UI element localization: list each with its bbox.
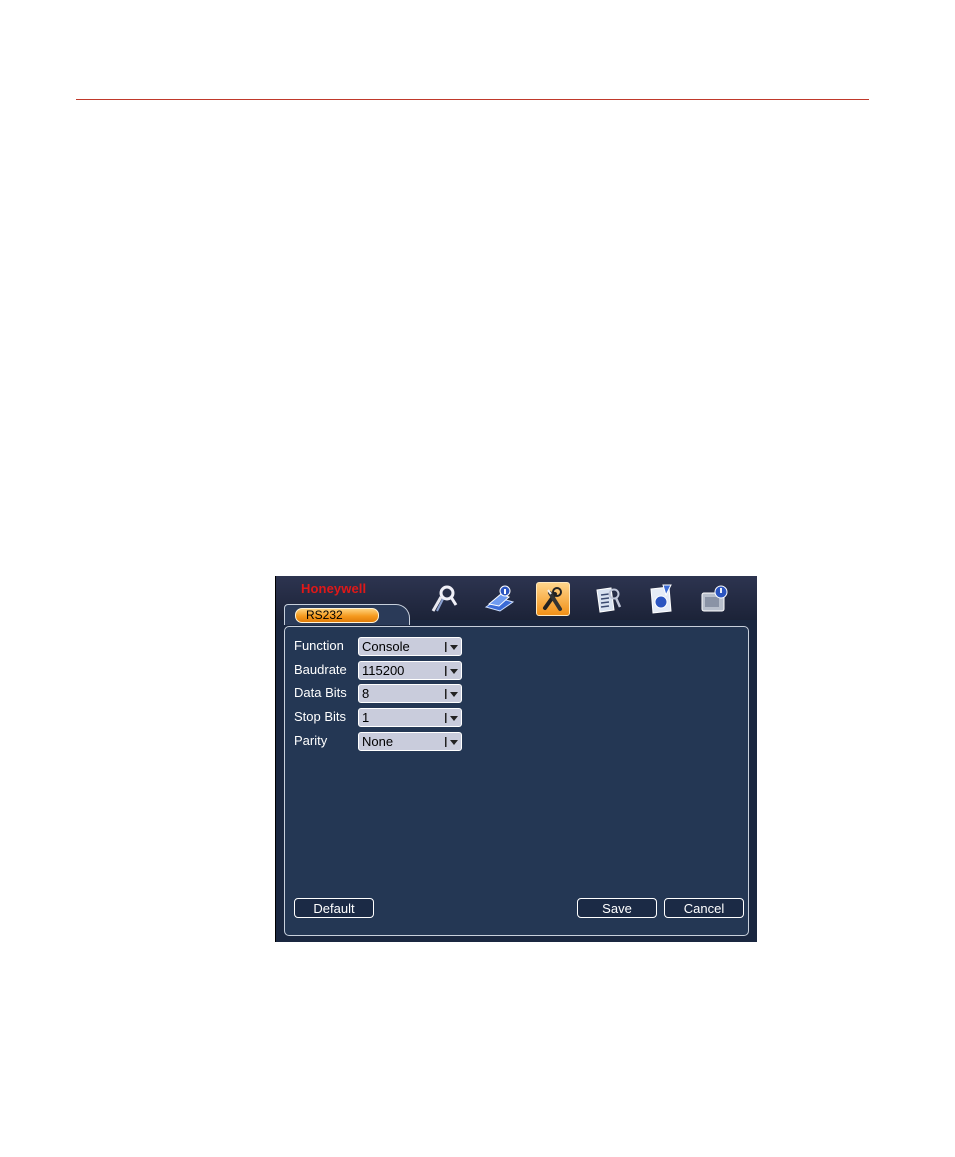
advanced-icon[interactable] [591,582,625,616]
cancel-button[interactable]: Cancel [664,898,744,918]
stop-bits-value: 1 [362,710,370,725]
function-label: Function [294,638,344,653]
stop-bits-select[interactable]: 1 [358,708,462,727]
tab-rs232[interactable]: RS232 [284,604,410,625]
default-button[interactable]: Default [294,898,374,918]
function-value: Console [362,639,410,654]
shutdown-icon[interactable] [697,582,731,616]
page-header-rule [76,99,869,100]
parity-value: None [362,734,394,749]
dvr-window: Honeywell RS232 Function Console Baudrat… [275,576,757,942]
chevron-down-icon [445,640,459,653]
chevron-down-icon [445,735,459,748]
settings-panel: Function Console Baudrate 115200 Data Bi… [284,626,749,936]
save-button[interactable]: Save [577,898,657,918]
setting-tools-icon[interactable] [536,582,570,616]
baudrate-select[interactable]: 115200 [358,661,462,680]
data-bits-select[interactable]: 8 [358,684,462,703]
chevron-down-icon [445,664,459,677]
brand-logo: Honeywell [301,581,367,596]
chevron-down-icon [445,711,459,724]
stop-bits-label: Stop Bits [294,709,347,724]
parity-label: Parity [294,733,328,748]
data-bits-label: Data Bits [294,685,347,700]
backup-icon[interactable] [644,582,678,616]
chevron-down-icon [445,687,459,700]
search-icon[interactable] [426,582,460,616]
data-bits-value: 8 [362,686,370,701]
baudrate-label: Baudrate [294,662,347,677]
parity-select[interactable]: None [358,732,462,751]
info-icon[interactable] [482,582,516,616]
baudrate-value: 115200 [362,663,405,678]
top-toolbar: Honeywell RS232 [276,576,757,625]
tab-rs232-label: RS232 [295,608,379,623]
function-select[interactable]: Console [358,637,462,656]
